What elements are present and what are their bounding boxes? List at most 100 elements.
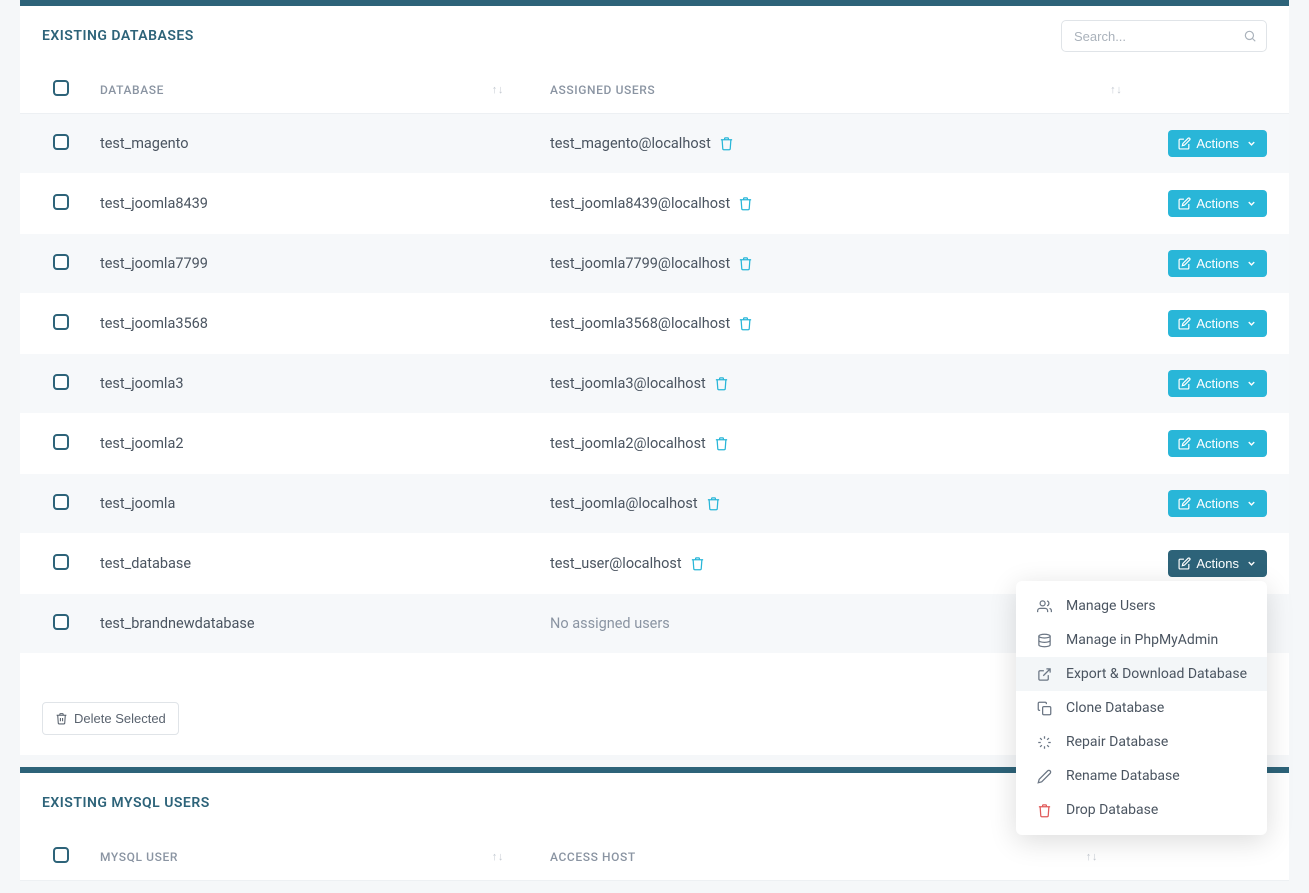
remove-user-icon[interactable]	[706, 496, 721, 511]
trash-icon	[1036, 803, 1052, 818]
col-users-header[interactable]: ASSIGNED USERS	[550, 83, 655, 97]
remove-user-icon[interactable]	[714, 436, 729, 451]
table-row: test_joomla8439test_joomla8439@localhost…	[20, 174, 1289, 234]
users-icon	[1036, 599, 1052, 614]
sort-icon: ↑↓	[1086, 850, 1104, 863]
dropdown-item-spinner[interactable]: Repair Database	[1016, 725, 1267, 759]
remove-user-icon[interactable]	[738, 316, 753, 331]
edit-icon	[1178, 317, 1191, 330]
chevron-down-icon	[1246, 438, 1257, 449]
assigned-user-cell: test_joomla8439@localhost	[530, 174, 1148, 234]
remove-user-icon[interactable]	[738, 256, 753, 271]
dropdown-item-external[interactable]: Export & Download Database	[1016, 657, 1267, 691]
assigned-user-text: test_user@localhost	[550, 555, 682, 572]
col-mysql-user-header[interactable]: MYSQL USER	[100, 850, 178, 864]
database-name-cell: test_joomla3	[80, 354, 530, 414]
table-row: test_joomla2 test_joomla2@localhost Action…	[20, 414, 1289, 474]
table-row: test_joomla test_joomla@localhost Actions	[20, 474, 1289, 534]
database-name-cell: test_joomla2	[80, 414, 530, 474]
edit-icon	[1178, 437, 1191, 450]
dropdown-item-users[interactable]: Manage Users	[1016, 589, 1267, 623]
chevron-down-icon	[1246, 558, 1257, 569]
col-access-host-header[interactable]: ACCESS HOST	[550, 850, 636, 864]
assigned-user-cell: test_joomla3@localhost	[530, 354, 1148, 414]
database-icon	[1036, 633, 1052, 648]
row-checkbox[interactable]	[53, 314, 69, 330]
row-checkbox[interactable]	[53, 254, 69, 270]
assigned-user-text: test_joomla3@localhost	[550, 375, 706, 392]
actions-button[interactable]: Actions	[1168, 130, 1267, 157]
remove-user-icon[interactable]	[738, 196, 753, 211]
delete-selected-button[interactable]: Delete Selected	[42, 702, 179, 735]
panel-title: EXISTING MYSQL USERS	[42, 795, 210, 811]
table-row: test_joomla7799 test_joomla7799@localhost…	[20, 234, 1289, 294]
row-checkbox[interactable]	[53, 194, 69, 210]
chevron-down-icon	[1246, 498, 1257, 509]
actions-label: Actions	[1196, 136, 1239, 151]
dropdown-item-label: Clone Database	[1066, 700, 1164, 716]
dropdown-item-label: Export & Download Database	[1066, 666, 1247, 682]
row-checkbox[interactable]	[53, 134, 69, 150]
pencil-icon	[1036, 769, 1052, 784]
actions-button[interactable]: Actions	[1168, 430, 1267, 457]
dropdown-item-pencil[interactable]: Rename Database	[1016, 759, 1267, 793]
actions-button[interactable]: Actions	[1168, 310, 1267, 337]
chevron-down-icon	[1246, 378, 1257, 389]
col-database-header[interactable]: DATABASE	[100, 83, 164, 97]
search-icon[interactable]	[1243, 29, 1257, 43]
mysql-users-table: MYSQL USER ↑↓ ACCESS HOST ↑↓	[20, 827, 1289, 881]
remove-user-icon[interactable]	[690, 556, 705, 571]
dropdown-item-database[interactable]: Manage in PhpMyAdmin	[1016, 623, 1267, 657]
row-checkbox[interactable]	[53, 374, 69, 390]
assigned-user-text: test_joomla7799@localhost	[550, 255, 730, 272]
actions-button[interactable]: Actions	[1168, 190, 1267, 217]
select-all-checkbox[interactable]	[53, 847, 69, 863]
no-users-text: No assigned users	[550, 615, 670, 632]
dropdown-item-label: Rename Database	[1066, 768, 1180, 784]
trash-icon	[55, 712, 68, 725]
sort-icon: ↑↓	[1110, 83, 1128, 96]
panel-header: EXISTING DATABASES	[20, 6, 1289, 60]
row-checkbox[interactable]	[53, 494, 69, 510]
assigned-user-text: test_joomla2@localhost	[550, 435, 706, 452]
actions-button[interactable]: Actions	[1168, 370, 1267, 397]
table-row: test_joomla3568 test_joomla3568@localhost…	[20, 294, 1289, 354]
actions-label: Actions	[1196, 196, 1239, 211]
assigned-user-text: test_magento@localhost	[550, 135, 711, 152]
row-checkbox[interactable]	[53, 554, 69, 570]
edit-icon	[1178, 497, 1191, 510]
row-checkbox[interactable]	[53, 434, 69, 450]
assigned-user-cell: test_magento@localhost	[530, 114, 1148, 174]
dropdown-item-label: Manage in PhpMyAdmin	[1066, 632, 1218, 648]
edit-icon	[1178, 137, 1191, 150]
actions-button[interactable]: Actions	[1168, 250, 1267, 277]
remove-user-icon[interactable]	[714, 376, 729, 391]
assigned-user-text: test_joomla@localhost	[550, 495, 698, 512]
select-all-checkbox[interactable]	[53, 80, 69, 96]
actions-button[interactable]: Actions	[1168, 550, 1267, 577]
assigned-user-text: test_joomla3568@localhost	[550, 315, 730, 332]
edit-icon	[1178, 197, 1191, 210]
edit-icon	[1178, 257, 1191, 270]
edit-icon	[1178, 557, 1191, 570]
actions-label: Actions	[1196, 436, 1239, 451]
chevron-down-icon	[1246, 318, 1257, 329]
database-name-cell: test_brandnewdatabase	[80, 594, 530, 654]
actions-button[interactable]: Actions	[1168, 490, 1267, 517]
database-name-cell: test_database	[80, 534, 530, 594]
actions-label: Actions	[1196, 256, 1239, 271]
dropdown-item-copy[interactable]: Clone Database	[1016, 691, 1267, 725]
dropdown-item-trash[interactable]: Drop Database	[1016, 793, 1267, 827]
remove-user-icon[interactable]	[719, 136, 734, 151]
assigned-user-cell: test_joomla2@localhost	[530, 414, 1148, 474]
database-name-cell: test_joomla	[80, 474, 530, 534]
chevron-down-icon	[1246, 258, 1257, 269]
row-checkbox[interactable]	[53, 614, 69, 630]
search-input[interactable]	[1061, 20, 1267, 52]
database-name-cell: test_joomla3568	[80, 294, 530, 354]
panel-title: EXISTING DATABASES	[42, 28, 194, 44]
database-name-cell: test_joomla7799	[80, 234, 530, 294]
dropdown-item-label: Repair Database	[1066, 734, 1168, 750]
actions-label: Actions	[1196, 376, 1239, 391]
sort-icon: ↑↓	[492, 850, 510, 863]
